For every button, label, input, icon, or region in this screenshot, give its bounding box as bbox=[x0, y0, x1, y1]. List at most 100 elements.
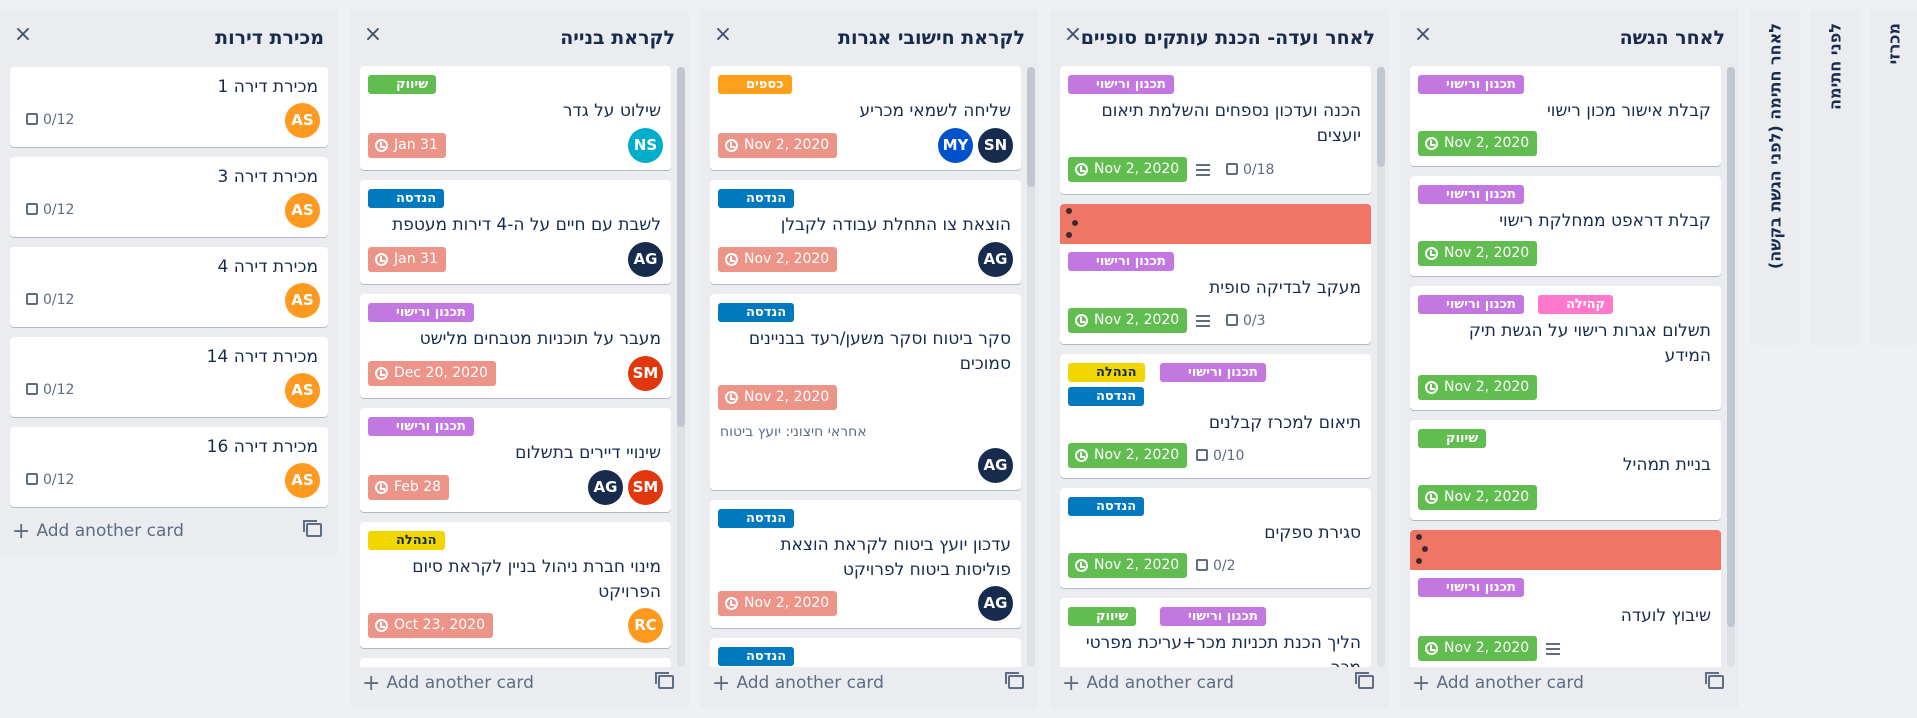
due-date-badge[interactable]: Nov 2, 2020 bbox=[718, 247, 838, 272]
avatar[interactable]: NS bbox=[628, 128, 663, 163]
list-title[interactable]: לאחר ועדה- הכנת עותקים סופיים bbox=[1081, 27, 1375, 49]
avatar[interactable]: AS bbox=[285, 103, 320, 138]
add-card-button[interactable]: + Add another card bbox=[712, 668, 884, 698]
card[interactable]: תכנון ורישוי מעבר על תוכניות מטבחים מליש… bbox=[360, 294, 671, 398]
avatar[interactable]: AG bbox=[978, 448, 1013, 483]
list-title[interactable]: לאחר הגשה bbox=[1620, 27, 1725, 49]
label-planning[interactable]: תכנון ורישוי bbox=[1068, 75, 1174, 94]
label-engineering[interactable]: הנדסה bbox=[718, 647, 795, 666]
due-date-badge[interactable]: Jan 31 bbox=[368, 247, 446, 272]
avatar[interactable]: AS bbox=[285, 373, 320, 408]
avatar[interactable]: MY bbox=[938, 128, 973, 163]
card-template-icon[interactable] bbox=[1005, 672, 1024, 689]
label-engineering[interactable]: הנדסה bbox=[1068, 387, 1145, 406]
scrollbar[interactable] bbox=[677, 67, 685, 667]
label-planning[interactable]: תכנון ורישוי bbox=[1418, 185, 1524, 204]
card[interactable]: תכנון ורישוי קבלת אישור מכון רישוי Nov 2… bbox=[1410, 66, 1721, 166]
label-engineering[interactable]: הנדסה bbox=[368, 189, 445, 208]
label-finance[interactable]: כספים bbox=[718, 75, 792, 94]
card[interactable]: תכנון ורישוי שינויי דיירים בתשלום Feb 28… bbox=[360, 408, 671, 512]
label-engineering[interactable]: הנדסה bbox=[718, 189, 795, 208]
label-marketing[interactable]: שיווק bbox=[1418, 429, 1487, 448]
card[interactable]: תכנון ורישוי מעקב לבדיקה סופית Nov 2, 20… bbox=[1060, 204, 1371, 344]
due-date-badge[interactable]: Nov 2, 2020 bbox=[1418, 636, 1538, 661]
close-icon[interactable]: × bbox=[1062, 24, 1084, 47]
card[interactable]: שיווק בניית תמהיל Nov 2, 2020 bbox=[1410, 420, 1721, 520]
card[interactable]: תכנון ורישוי שיווק הליך הכנת תכניות מכר+… bbox=[1060, 598, 1371, 667]
card[interactable]: הנדסה הוצאת צו התחלת עבודה לקבלן Nov 2, … bbox=[710, 180, 1021, 284]
due-date-badge[interactable]: Feb 28 bbox=[368, 475, 450, 500]
collapsed-list-before-signing[interactable]: לפני חתימה bbox=[1810, 9, 1860, 345]
due-date-badge[interactable]: Nov 2, 2020 bbox=[718, 591, 838, 616]
close-icon[interactable]: × bbox=[712, 24, 734, 47]
due-date-badge[interactable]: Nov 2, 2020 bbox=[1418, 375, 1538, 400]
label-planning[interactable]: תכנון ורישוי bbox=[368, 417, 474, 436]
card-template-icon[interactable] bbox=[1355, 672, 1374, 689]
label-planning[interactable]: תכנון ורישוי bbox=[368, 303, 474, 322]
avatar[interactable]: AS bbox=[285, 193, 320, 228]
card[interactable]: הנדסה bbox=[710, 638, 1021, 667]
scroll-thumb[interactable] bbox=[1027, 67, 1035, 187]
card[interactable]: תכנון ורישוי שיבוץ לועדה Nov 2, 2020 bbox=[1410, 530, 1721, 667]
due-date-badge[interactable]: Nov 2, 2020 bbox=[1418, 485, 1538, 510]
avatar[interactable]: SM bbox=[628, 470, 663, 505]
list-title[interactable]: לקראת חישובי אגרות bbox=[838, 27, 1025, 49]
card[interactable]: מכירת דירה 16 0/12 AS bbox=[10, 427, 328, 507]
avatar[interactable]: AG bbox=[978, 586, 1013, 621]
collapsed-list-after-signing[interactable]: לאחר חתימה (לפני הגשת בקשה) bbox=[1750, 9, 1800, 345]
close-icon[interactable]: × bbox=[12, 24, 34, 47]
scrollbar[interactable] bbox=[1727, 67, 1735, 667]
avatar[interactable]: SN bbox=[978, 128, 1013, 163]
due-date-badge[interactable]: Nov 2, 2020 bbox=[718, 385, 838, 410]
list-title[interactable]: לקראת בנייה bbox=[560, 27, 675, 49]
due-date-badge[interactable]: Nov 2, 2020 bbox=[1068, 308, 1188, 333]
due-date-badge[interactable]: Nov 2, 2020 bbox=[718, 133, 838, 158]
card[interactable]: מכירת דירה 3 0/12 AS bbox=[10, 157, 328, 237]
card-template-icon[interactable] bbox=[1705, 672, 1724, 689]
label-management[interactable]: הנהלה bbox=[1068, 363, 1145, 382]
scroll-thumb[interactable] bbox=[677, 67, 685, 427]
add-card-button[interactable]: + Add another card bbox=[362, 668, 534, 698]
card[interactable]: מכירת דירה 1 0/12 AS bbox=[10, 67, 328, 147]
card[interactable]: הנדסה עדכון יועץ ביטוח לקראת הוצאת פוליסו… bbox=[710, 500, 1021, 628]
due-date-badge[interactable]: Nov 2, 2020 bbox=[1068, 157, 1188, 182]
card[interactable]: הנהלה מינוי חברת ניהול בניין לקראת סיום ה… bbox=[360, 522, 671, 648]
label-marketing[interactable]: שיווק bbox=[368, 75, 437, 94]
avatar[interactable]: AG bbox=[978, 242, 1013, 277]
card[interactable]: תכנון ורישוי קבלת דראפט ממחלקת רישוי Nov… bbox=[1410, 176, 1721, 276]
scrollbar[interactable] bbox=[1027, 67, 1035, 667]
card[interactable] bbox=[360, 658, 671, 667]
label-planning[interactable]: תכנון ורישוי bbox=[1418, 295, 1524, 314]
collapsed-list-tenders[interactable]: מכרזי bbox=[1870, 9, 1917, 345]
avatar[interactable]: AG bbox=[588, 470, 623, 505]
label-planning[interactable]: תכנון ורישוי bbox=[1068, 252, 1174, 271]
card[interactable]: שיווק שילוט על גדר Jan 31 NS bbox=[360, 66, 671, 170]
due-date-badge[interactable]: Jan 31 bbox=[368, 133, 446, 158]
close-icon[interactable]: × bbox=[1412, 24, 1434, 47]
add-card-button[interactable]: + Add another card bbox=[1412, 668, 1584, 698]
card[interactable]: כספים שליחה לשמאי מכריע Nov 2, 2020 MY S… bbox=[710, 66, 1021, 170]
scroll-thumb[interactable] bbox=[1377, 67, 1385, 167]
close-icon[interactable]: × bbox=[362, 24, 384, 47]
card-template-icon[interactable] bbox=[303, 520, 322, 537]
due-date-badge[interactable]: Dec 20, 2020 bbox=[368, 361, 496, 386]
label-marketing[interactable]: שיווק bbox=[1068, 607, 1137, 626]
due-date-badge[interactable]: Nov 2, 2020 bbox=[1418, 241, 1538, 266]
scrollbar[interactable] bbox=[1377, 67, 1385, 667]
card-template-icon[interactable] bbox=[655, 672, 674, 689]
card[interactable]: תכנון ורישוי הנהלה הנדסה תיאום למכרז קבל… bbox=[1060, 354, 1371, 478]
card[interactable]: הנדסה סגירת ספקים Nov 2, 2020 0/2 bbox=[1060, 488, 1371, 588]
scroll-thumb[interactable] bbox=[1727, 67, 1735, 627]
avatar[interactable]: AS bbox=[285, 283, 320, 318]
card[interactable]: תכנון ורישוי הכנה ועדכון נספחים והשלמת ת… bbox=[1060, 66, 1371, 194]
label-planning[interactable]: תכנון ורישוי bbox=[1418, 578, 1524, 597]
add-card-button[interactable]: + Add another card bbox=[1062, 668, 1234, 698]
label-planning[interactable]: תכנון ורישוי bbox=[1418, 75, 1524, 94]
due-date-badge[interactable]: Nov 2, 2020 bbox=[1068, 443, 1188, 468]
card[interactable]: הנדסה סקר ביטוח וסקר משען/רעד בבניינים סמ… bbox=[710, 294, 1021, 490]
card[interactable]: תכנון ורישוי קהילה תשלום אגרות רישוי על … bbox=[1410, 286, 1721, 410]
label-planning[interactable]: תכנון ורישוי bbox=[1160, 363, 1266, 382]
label-engineering[interactable]: הנדסה bbox=[718, 303, 795, 322]
add-card-button[interactable]: + Add another card bbox=[12, 516, 184, 546]
avatar[interactable]: RC bbox=[628, 608, 663, 643]
